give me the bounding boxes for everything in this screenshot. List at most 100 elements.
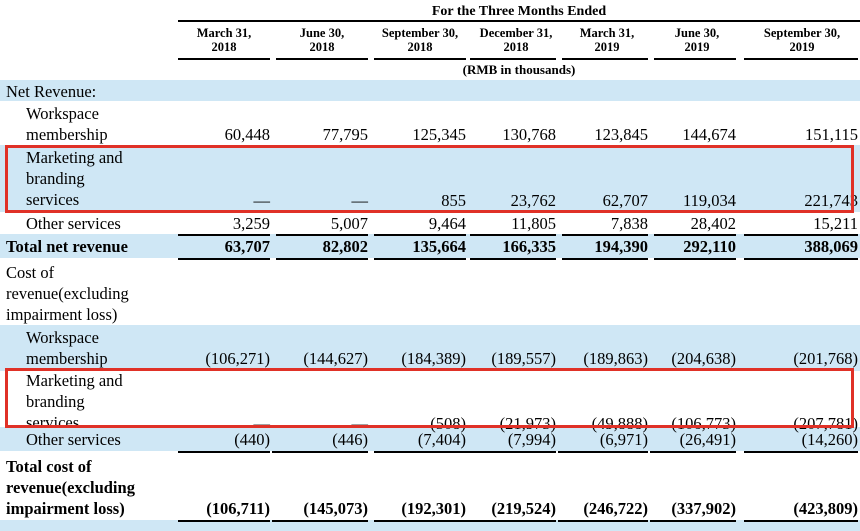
row-label-other-services-revenue: Other services	[26, 214, 121, 233]
units-note: (RMB in thousands)	[462, 62, 576, 77]
header-rule-5	[562, 58, 648, 60]
cell-c3r5: (6,971)	[599, 430, 648, 449]
header-rule-3	[374, 58, 466, 60]
total-cost-rule-top-2	[272, 451, 368, 453]
subtotal-rule-bottom-3	[374, 258, 466, 260]
column-header-1: March 31, 2018	[178, 26, 270, 54]
cell-r3c4: 11,805	[511, 214, 556, 233]
cell-c1r5: (189,863)	[583, 349, 648, 368]
column-header-5-line2: 2019	[594, 40, 620, 54]
cell-c3r7: (14,260)	[801, 430, 858, 449]
cell-c1r2: (144,627)	[303, 349, 368, 368]
row-label-other-services-cost: Other services	[26, 430, 121, 449]
total-cost-rule-bottom-5	[558, 520, 648, 522]
cell-r4c6: 292,110	[683, 237, 736, 256]
cell-c1r1: (106,271)	[205, 349, 270, 368]
column-header-1-line1: March 31,	[196, 26, 252, 40]
total-cost-rule-top-4	[466, 451, 556, 453]
cell-r3c3: 9,464	[428, 214, 466, 233]
cell-c1r3: (184,389)	[401, 349, 466, 368]
total-cost-rule-top-1	[178, 451, 270, 453]
cell-r3c2: 5,007	[330, 214, 368, 233]
column-header-1-line2: 2018	[211, 40, 237, 54]
column-header-4: December 31, 2018	[470, 26, 562, 54]
cell-r4c2: 82,802	[322, 237, 368, 256]
financial-table: For the Three Months Ended March 31, 201…	[0, 0, 860, 531]
column-header-2-line2: 2018	[309, 40, 335, 54]
cell-r4c7: 388,069	[804, 237, 858, 256]
header-rule-7	[744, 58, 858, 60]
total-cost-rule-bottom-4	[466, 520, 556, 522]
cell-r2c6: 119,034	[682, 191, 736, 210]
header-rule-4	[470, 58, 556, 60]
subtotal-rule-bottom-2	[276, 258, 368, 260]
cell-c4r4: (219,524)	[491, 499, 556, 518]
header-rule-1	[178, 58, 270, 60]
total-cost-rule-top-3	[374, 451, 466, 453]
cell-r3c1: 3,259	[232, 214, 270, 233]
column-header-5: March 31, 2019	[566, 26, 648, 54]
column-header-4-line1: December 31,	[479, 26, 553, 40]
cell-r2c4: 23,762	[510, 191, 556, 210]
cell-r1c5: 123,845	[594, 125, 648, 144]
subtotal-rule-bottom-5	[562, 258, 648, 260]
row-shade-net-revenue-title	[0, 80, 860, 101]
column-header-6-line2: 2019	[684, 40, 710, 54]
cell-r4c3: 135,664	[412, 237, 466, 256]
total-cost-rule-bottom-6	[650, 520, 736, 522]
subtotal-rule-bottom-1	[178, 258, 270, 260]
row-label-workspace-membership-revenue: Workspace membership	[26, 104, 108, 144]
subtotal-rule-bottom-7	[744, 258, 858, 260]
subtotal-rule-bottom-4	[470, 258, 556, 260]
cell-r3c5: 7,838	[610, 214, 648, 233]
total-cost-rule-bottom-7	[744, 520, 858, 522]
total-cost-rule-bottom-2	[272, 520, 368, 522]
column-header-3-line1: September 30,	[381, 26, 459, 40]
cell-r2c2: —	[351, 191, 369, 210]
cell-c1r4: (189,557)	[491, 349, 556, 368]
column-header-2-line1: June 30,	[299, 26, 345, 40]
total-cost-rule-top-5	[558, 451, 648, 453]
column-header-6-line1: June 30,	[674, 26, 720, 40]
total-cost-rule-top-7	[744, 451, 858, 453]
cell-c4r6: (337,902)	[671, 499, 736, 518]
cell-c4r5: (246,722)	[583, 499, 648, 518]
column-header-3: September 30, 2018	[374, 26, 466, 54]
cell-r2c5: 62,707	[602, 191, 648, 210]
column-header-4-line2: 2018	[503, 40, 529, 54]
row-label-workspace-membership-cost: Workspace membership	[26, 328, 108, 368]
cell-r1c2: 77,795	[322, 125, 368, 144]
column-header-6: June 30, 2019	[656, 26, 738, 54]
cell-r1c4: 130,768	[502, 125, 556, 144]
header-rule-6	[654, 58, 736, 60]
row-label-total-cost-of-revenue: Total cost of revenue(excluding impairme…	[6, 457, 135, 518]
cell-c3r3: (7,404)	[417, 430, 466, 449]
column-header-7-line2: 2019	[789, 40, 815, 54]
subtotal-rule-bottom-6	[654, 258, 736, 260]
cell-c3r6: (26,491)	[679, 430, 736, 449]
cell-c3r1: (440)	[234, 430, 270, 449]
cell-r3c7: 15,211	[813, 214, 858, 233]
cell-r4c4: 166,335	[502, 237, 556, 256]
column-header-2: June 30, 2018	[276, 26, 368, 54]
row-label-marketing-branding-revenue: Marketing and branding services	[26, 148, 123, 209]
total-cost-rule-top-6	[650, 451, 736, 453]
cell-c3r4: (7,994)	[507, 430, 556, 449]
total-cost-rule-bottom-3	[374, 520, 466, 522]
header-span-title: For the Three Months Ended	[431, 4, 607, 19]
cell-c4r3: (192,301)	[401, 499, 466, 518]
total-cost-rule-bottom-1	[178, 520, 270, 522]
section-title-cost-of-revenue: Cost of revenue(excluding impairment los…	[6, 263, 129, 324]
cell-r4c5: 194,390	[594, 237, 648, 256]
cell-c4r2: (145,073)	[303, 499, 368, 518]
cell-c1r6: (204,638)	[671, 349, 736, 368]
header-rule-2	[276, 58, 368, 60]
cell-c4r7: (423,809)	[793, 499, 858, 518]
cell-r1c7: 151,115	[804, 125, 858, 144]
cell-c4r1: (106,711)	[206, 499, 270, 518]
cell-r3c6: 28,402	[690, 214, 736, 233]
cell-r2c7: 221,743	[804, 191, 858, 210]
cell-r4c1: 63,707	[224, 237, 270, 256]
row-label-total-net-revenue: Total net revenue	[6, 237, 128, 256]
row-label-marketing-branding-cost: Marketing and branding services	[26, 371, 123, 432]
